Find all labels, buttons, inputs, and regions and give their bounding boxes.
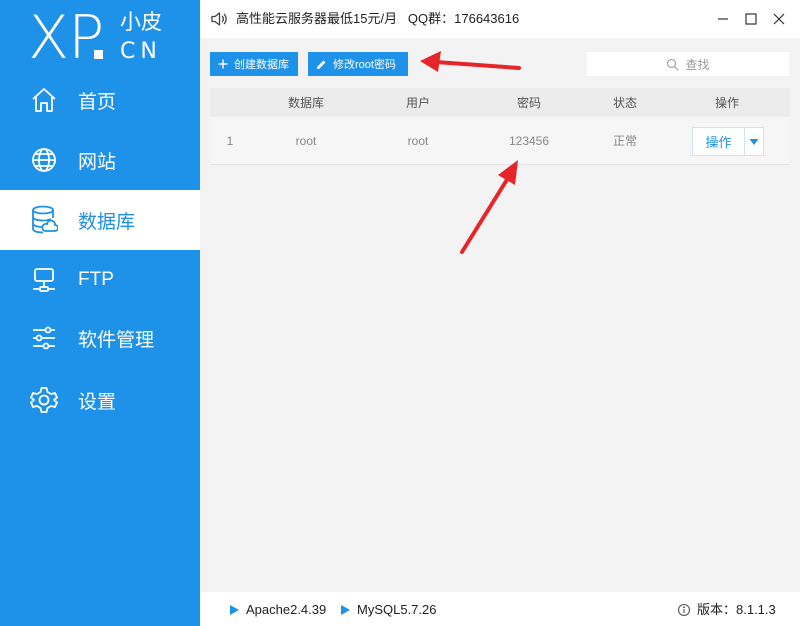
speaker-icon <box>210 10 228 28</box>
info-icon <box>677 603 691 617</box>
column-header-password: 密码 <box>516 96 541 110</box>
server-icon <box>28 264 60 296</box>
database-icon <box>28 204 60 236</box>
sidebar-item-label: FTP <box>78 269 114 290</box>
app-logo: XP 小皮 CN <box>28 6 188 70</box>
action-button[interactable]: 操作 <box>693 128 745 155</box>
action-dropdown-toggle[interactable] <box>745 128 763 155</box>
create-database-button[interactable]: 创建数据库 <box>210 52 298 76</box>
column-header-status: 状态 <box>612 96 637 110</box>
plus-icon <box>218 59 228 69</box>
play-icon <box>230 605 239 615</box>
sidebar-item-label: 首页 <box>78 91 117 113</box>
maximize-button[interactable] <box>740 8 762 30</box>
database-panel: 创建数据库 修改root密码 查找 数据库 用户 密码 状态 操作 1 root… <box>200 38 800 592</box>
cell-database: root <box>295 133 317 148</box>
search-input[interactable]: 查找 <box>587 52 789 76</box>
search-icon <box>666 58 685 71</box>
pencil-icon <box>316 59 327 70</box>
sidebar-item-software[interactable]: 软件管理 <box>0 308 200 368</box>
close-button[interactable] <box>768 8 790 30</box>
version-info: 版本：8.1.1.3 <box>677 602 776 618</box>
sidebar-item-home[interactable]: 首页 <box>0 70 200 130</box>
cell-user: root <box>407 133 429 148</box>
logo-dot <box>94 50 103 59</box>
sidebar-item-label: 网站 <box>78 151 117 173</box>
title-bar: 高性能云服务器最低15元/月 QQ群：176643616 <box>200 0 800 38</box>
column-header-action: 操作 <box>714 96 739 110</box>
play-icon <box>341 605 350 615</box>
action-split-button: 操作 <box>692 127 764 156</box>
sliders-icon <box>28 322 60 354</box>
search-placeholder: 查找 <box>685 57 710 72</box>
column-header-user: 用户 <box>405 96 430 110</box>
logo-cn-bottom: CN <box>120 39 162 64</box>
row-index: 1 <box>226 133 234 148</box>
minimize-button[interactable] <box>712 8 734 30</box>
version-text: 版本：8.1.1.3 <box>697 602 776 617</box>
logo-xp-text: XP <box>28 3 104 73</box>
create-database-label: 创建数据库 <box>234 59 289 71</box>
table-header: 数据库 用户 密码 状态 操作 <box>210 88 790 117</box>
gear-icon <box>28 384 60 416</box>
sidebar-item-database[interactable]: 数据库 <box>0 190 200 250</box>
sidebar: XP 小皮 CN 首页 网站 数据库 FTP 软件管理 设置 <box>0 0 200 626</box>
apache-status[interactable]: Apache2.4.39 <box>230 602 326 618</box>
cell-status: 正常 <box>612 134 637 148</box>
globe-icon <box>28 144 60 176</box>
table-row: 1 root root 123456 正常 操作 <box>210 117 790 165</box>
cell-password: 123456 <box>508 133 550 148</box>
modify-root-password-label: 修改root密码 <box>333 59 396 71</box>
notice-text: 高性能云服务器最低15元/月 QQ群：176643616 <box>236 11 520 26</box>
apache-version: Apache2.4.39 <box>246 602 327 617</box>
column-header-database: 数据库 <box>287 96 324 110</box>
database-table: 数据库 用户 密码 状态 操作 1 root root 123456 正常 操作 <box>210 88 790 165</box>
modify-root-password-button[interactable]: 修改root密码 <box>308 52 408 76</box>
sidebar-item-ftp[interactable]: FTP <box>0 250 200 310</box>
sidebar-item-label: 软件管理 <box>78 329 155 351</box>
caret-down-icon <box>749 138 759 145</box>
sidebar-item-label: 数据库 <box>78 211 136 233</box>
home-icon <box>28 84 60 116</box>
mysql-version: MySQL5.7.26 <box>357 602 437 617</box>
sidebar-item-settings[interactable]: 设置 <box>0 370 200 430</box>
sidebar-item-label: 设置 <box>78 391 117 413</box>
sidebar-item-website[interactable]: 网站 <box>0 130 200 190</box>
status-bar: Apache2.4.39 MySQL5.7.26 版本：8.1.1.3 <box>200 592 800 626</box>
logo-cn-top: 小皮 <box>120 11 162 34</box>
mysql-status[interactable]: MySQL5.7.26 <box>341 602 437 618</box>
